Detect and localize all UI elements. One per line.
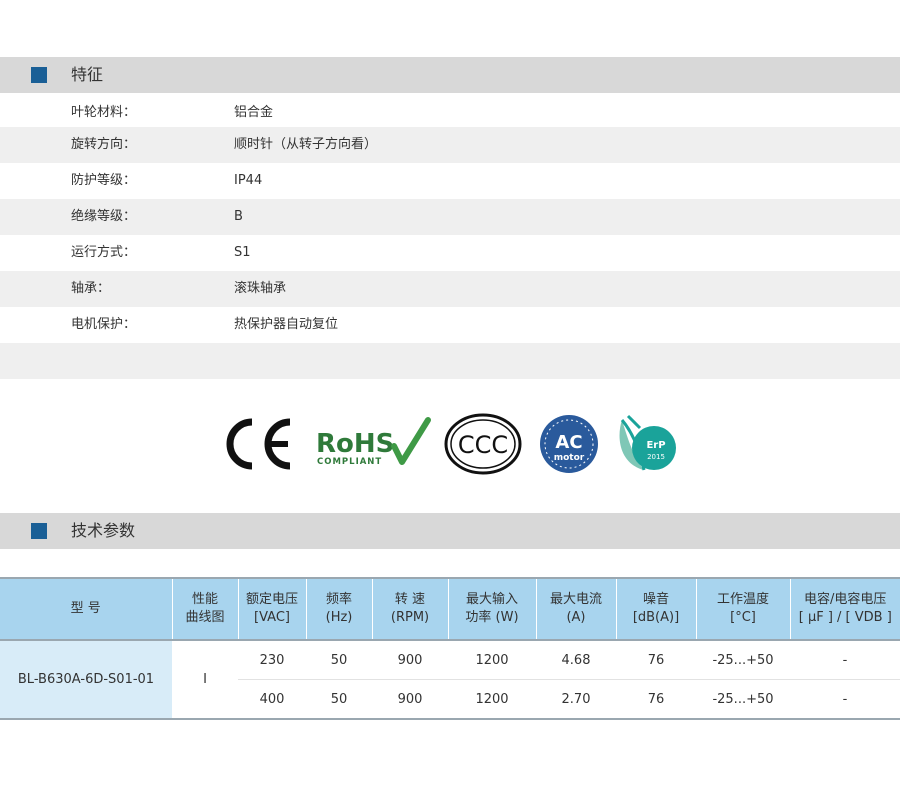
capacitor-cell: - (790, 639, 900, 680)
frequency-cell: 50 (306, 679, 372, 720)
col-header-model: 型 号 (0, 579, 172, 640)
col-header-temperature: 工作温度 [°C] (695, 579, 790, 640)
table-header-row: 型 号 性能 曲线图 额定电压 [VAC] 频率 (Hz) 转 速 (RPM) … (0, 579, 900, 640)
certification-logos: CE RoHS COMPLIANT CCC AC motor ErP 2015 (0, 408, 900, 480)
feature-label: 旋转方向： (71, 137, 137, 152)
spec-table: 型 号 性能 曲线图 额定电压 [VAC] 频率 (Hz) 转 速 (RPM) … (0, 579, 900, 720)
col-header-noise: 噪音 [dB(A)] (615, 579, 696, 640)
feature-label: 轴承： (71, 281, 111, 296)
noise-cell: 76 (616, 679, 696, 720)
table-row: BL-B630A-6D-S01-01 I 230 50 900 1200 4.6… (0, 639, 900, 720)
feature-value: 顺时针（从转子方向看） (234, 137, 378, 152)
ac-text: AC (555, 432, 582, 453)
feature-value: IP44 (234, 173, 263, 188)
section-marker-icon (31, 67, 47, 83)
erp-2015-icon: ErP 2015 (614, 408, 678, 480)
rohs-text: RoHS (316, 429, 394, 459)
speed-cell: 900 (372, 639, 448, 680)
feature-row-bearing: 轴承： 滚珠轴承 (0, 271, 900, 307)
col-header-speed: 转 速 (RPM) (371, 579, 448, 640)
power-cell: 1200 (448, 679, 536, 720)
feature-value: S1 (234, 245, 251, 260)
erp-year-text: 2015 (647, 453, 665, 461)
col-header-curve: 性能 曲线图 (171, 579, 238, 640)
col-header-current: 最大电流 (A) (535, 579, 616, 640)
feature-value: 热保护器自动复位 (234, 317, 339, 332)
ac-motor-text: motor (554, 453, 585, 463)
feature-label: 防护等级： (71, 173, 137, 188)
rohs-compliant-text: COMPLIANT (317, 457, 382, 467)
tech-section-header: 技术参数 (0, 513, 900, 549)
section-marker-icon (31, 523, 47, 539)
features-section-header: 特征 (0, 57, 900, 93)
feature-row-impeller: 叶轮材料： 铝合金 (0, 95, 900, 131)
ce-text: CE (222, 408, 224, 409)
feature-label: 绝缘等级： (71, 209, 137, 224)
feature-row-duty: 运行方式： S1 (0, 235, 900, 271)
feature-value: B (234, 209, 243, 224)
feature-row-rotation: 旋转方向： 顺时针（从转子方向看） (0, 127, 900, 163)
ac-motor-icon: AC motor (538, 408, 600, 480)
feature-row-blank (0, 343, 900, 379)
erp-text: ErP (646, 440, 665, 451)
noise-cell: 76 (616, 639, 696, 680)
col-header-capacitor: 电容/电容电压 [ μF ] / [ VDB ] (789, 579, 900, 640)
features-title: 特征 (71, 65, 104, 84)
col-header-frequency: 频率 (Hz) (305, 579, 372, 640)
frequency-cell: 50 (306, 639, 372, 680)
voltage-cell: 400 (238, 679, 306, 720)
model-cell: BL-B630A-6D-S01-01 (0, 639, 172, 720)
speed-cell: 900 (372, 679, 448, 720)
feature-label: 运行方式： (71, 245, 137, 260)
ccc-mark-icon: CCC (443, 408, 523, 480)
current-cell: 2.70 (536, 679, 616, 720)
temperature-cell: -25...+50 (696, 679, 790, 720)
rohs-compliant-icon: RoHS COMPLIANT (314, 408, 432, 480)
curve-cell: I (172, 639, 238, 720)
tech-title: 技术参数 (71, 521, 136, 540)
ce-mark-icon: CE (222, 408, 296, 480)
capacitor-cell: - (790, 679, 900, 720)
power-cell: 1200 (448, 639, 536, 680)
feature-row-insulation: 绝缘等级： B (0, 199, 900, 235)
feature-label: 电机保护： (71, 317, 137, 332)
voltage-cell: 230 (238, 639, 306, 680)
col-header-voltage: 额定电压 [VAC] (237, 579, 306, 640)
ccc-text: CCC (458, 431, 508, 459)
col-header-power: 最大输入 功率 (W) (447, 579, 536, 640)
temperature-cell: -25...+50 (696, 639, 790, 680)
feature-row-protection: 防护等级： IP44 (0, 163, 900, 199)
feature-label: 叶轮材料： (71, 105, 137, 120)
current-cell: 4.68 (536, 639, 616, 680)
feature-value: 滚珠轴承 (234, 281, 287, 296)
feature-row-motor-protection: 电机保护： 热保护器自动复位 (0, 307, 900, 343)
feature-value: 铝合金 (234, 105, 274, 120)
